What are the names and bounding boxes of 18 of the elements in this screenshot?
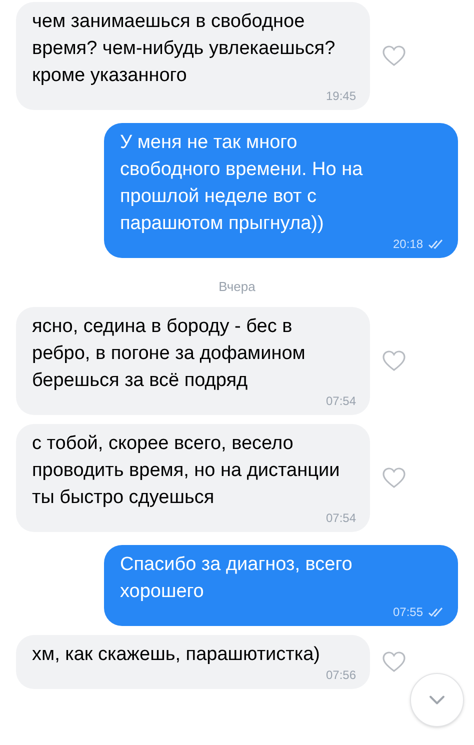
message-text: с тобой, скорее всего, весело проводить время, но на дистанции ты быстро сдуешься	[32, 432, 341, 510]
message-text: хм, как скажешь, парашютистка)	[32, 642, 321, 666]
heart-icon[interactable]	[382, 650, 406, 672]
message-time: 20:18	[392, 236, 423, 253]
message-time: 07:54	[326, 510, 356, 526]
message-time: 19:45	[326, 88, 356, 105]
heart-icon[interactable]	[382, 350, 406, 372]
message-time: 07:55	[392, 604, 423, 620]
message-text: У меня не так много свободного времени. Но на прошлой неделе вот с парашютом прыгнула))	[120, 131, 364, 236]
message-time: 07:56	[326, 666, 356, 684]
date-separator: Вчера	[218, 278, 256, 296]
message-text: ясно, седина в бороду - бес в ребро, в погоне за дофамином берешься за всё подряд	[32, 314, 306, 392]
message-text: Спасибо за диагноз, всего хорошего	[120, 552, 354, 604]
heart-icon[interactable]	[382, 466, 406, 488]
message-text: чем занимаешься в свободное время? чем-нибудь увлекаешься? кроме указанного	[32, 10, 336, 88]
heart-icon[interactable]	[382, 45, 406, 67]
message-time: 07:54	[326, 392, 356, 410]
scroll-down-button[interactable]	[410, 673, 464, 727]
